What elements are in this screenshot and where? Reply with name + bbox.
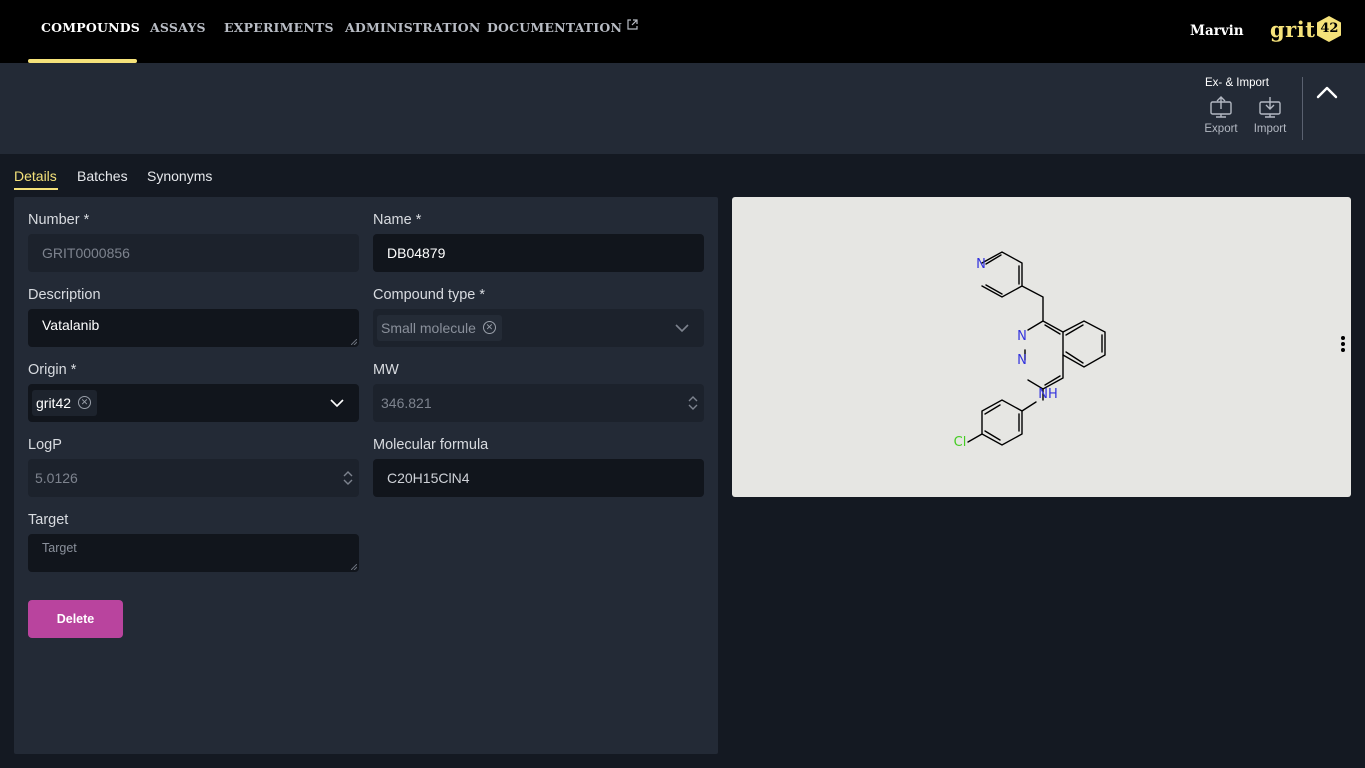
external-link-icon [627, 18, 638, 33]
nav-item-administration[interactable]: ADMINISTRATION [345, 20, 481, 35]
atom-label-n2: N [1017, 329, 1027, 344]
molecular-formula-value: C20H15ClN4 [387, 470, 470, 486]
logp-value: 5.0126 [35, 470, 78, 486]
top-navigation: COMPOUNDS ASSAYS EXPERIMENTS ADMINISTRAT… [0, 0, 1365, 63]
atom-label-n1: N [976, 257, 986, 272]
target-textarea[interactable]: Target [28, 534, 359, 572]
compound-type-chip: Small molecule ✕ [377, 315, 502, 341]
number-value: GRIT0000856 [42, 245, 130, 261]
nav-item-experiments[interactable]: EXPERIMENTS [224, 20, 334, 35]
chevron-up-icon [1314, 86, 1340, 107]
origin-chip: grit42 ✕ [32, 390, 98, 416]
number-field: GRIT0000856 [28, 234, 359, 272]
collapse-toolbar-button[interactable] [1314, 81, 1340, 103]
name-label: Name * [373, 212, 422, 228]
molecule-structure-drawing: N N N NH Cl [954, 251, 1106, 450]
description-textarea[interactable]: Vatalanib [28, 309, 359, 347]
toolbar-divider [1302, 77, 1303, 140]
import-icon [1248, 96, 1292, 118]
molecular-formula-field: C20H15ClN4 [373, 459, 704, 497]
import-button[interactable]: Import [1248, 96, 1292, 135]
atom-label-cl: Cl [954, 435, 967, 450]
active-tab-indicator [14, 188, 58, 190]
structure-menu-button[interactable] [1338, 336, 1348, 354]
export-label: Export [1204, 123, 1238, 135]
nav-item-compounds[interactable]: COMPOUNDS [41, 20, 140, 35]
user-menu[interactable]: Marvin [1190, 23, 1244, 39]
name-input[interactable]: DB04879 [373, 234, 704, 272]
mw-value: 346.821 [381, 395, 432, 411]
compound-type-select: Small molecule ✕ [373, 309, 704, 347]
molecule-structure-viewer[interactable]: N N N NH Cl [732, 197, 1351, 497]
chevron-down-icon[interactable] [329, 396, 345, 413]
nav-item-documentation-label: DOCUMENTATION [487, 20, 623, 35]
nav-item-assays[interactable]: ASSAYS [150, 20, 206, 35]
import-label: Import [1253, 123, 1287, 135]
tab-details[interactable]: Details [14, 168, 57, 184]
atom-label-nh: NH [1038, 387, 1058, 402]
origin-value: grit42 [36, 395, 72, 411]
export-import-group-label: Ex- & Import [1205, 77, 1269, 89]
more-vertical-icon [1338, 336, 1348, 352]
description-value: Vatalanib [42, 317, 100, 333]
grit42-logo[interactable]: grit 42 [1270, 14, 1342, 44]
remove-chip-icon: ✕ [482, 321, 496, 334]
compound-type-value: Small molecule [381, 320, 476, 336]
tab-batches[interactable]: Batches [77, 168, 128, 184]
origin-label: Origin * [28, 362, 77, 378]
number-label: Number * [28, 212, 90, 228]
origin-select[interactable]: grit42 ✕ [28, 384, 359, 422]
logo-text: grit [1270, 16, 1316, 42]
compound-toolbar: Ex- & Import Export Import [0, 63, 1365, 154]
stepper-icon [342, 468, 354, 491]
chevron-down-icon [674, 321, 690, 338]
export-icon [1199, 96, 1243, 118]
target-placeholder: Target [42, 541, 77, 555]
description-label: Description [28, 287, 101, 303]
export-button[interactable]: Export [1199, 96, 1243, 135]
atom-label-n3: N [1017, 353, 1027, 368]
resize-handle-icon[interactable] [351, 339, 357, 345]
resize-handle-icon[interactable] [351, 564, 357, 570]
nav-item-documentation[interactable]: DOCUMENTATION [487, 18, 638, 35]
mw-field: 346.821 [373, 384, 704, 422]
tab-synonyms[interactable]: Synonyms [147, 168, 212, 184]
name-value: DB04879 [387, 245, 446, 261]
logo-hexagon-icon: 42 [1316, 15, 1342, 43]
molecular-formula-label: Molecular formula [373, 437, 489, 453]
logp-field: 5.0126 [28, 459, 359, 497]
logo-badge: 42 [1320, 21, 1339, 36]
mw-label: MW [373, 362, 399, 378]
logp-label: LogP [28, 437, 62, 453]
target-label: Target [28, 512, 69, 528]
remove-origin-icon[interactable]: ✕ [78, 396, 92, 409]
compound-type-label: Compound type * [373, 287, 486, 303]
stepper-icon [687, 393, 699, 416]
delete-button[interactable]: Delete [28, 600, 123, 638]
